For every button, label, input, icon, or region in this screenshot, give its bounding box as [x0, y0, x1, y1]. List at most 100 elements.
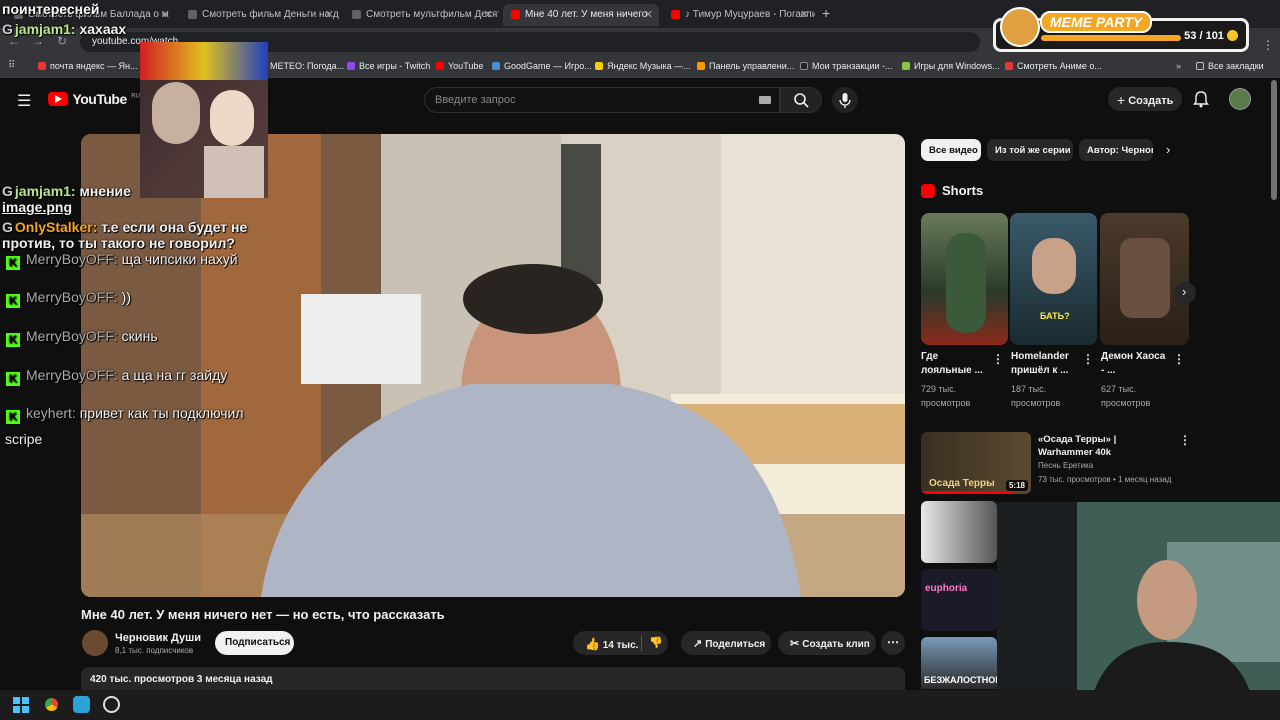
goodgame-icon: G	[2, 21, 13, 37]
tab-label: Смотреть мультфильм Десят	[366, 9, 499, 20]
channel-avatar[interactable]	[82, 630, 108, 656]
bookmark-item[interactable]: Панель управлени...	[697, 61, 794, 71]
bookmark-item[interactable]: GoodGame — Игро...	[492, 61, 592, 71]
windows-start-icon[interactable]	[13, 697, 29, 713]
bookmark-label: Игры для Windows...	[914, 61, 1000, 71]
kick-icon: K	[6, 372, 20, 386]
keyboard-icon[interactable]	[759, 96, 771, 104]
rec-thumb-text: Осада Терры	[929, 478, 995, 489]
streamer-webcam	[997, 502, 1280, 720]
short-thumbnail[interactable]	[921, 213, 1008, 345]
chrome-icon[interactable]	[43, 696, 60, 713]
tab[interactable]: Смотреть фильм Деньги на д ✕	[180, 4, 340, 26]
search-input[interactable]: Введите запрос	[424, 87, 780, 113]
bookmark-item[interactable]: Все игры - Twitch	[347, 61, 430, 71]
short-menu-icon[interactable]: ⋮	[1082, 352, 1094, 366]
chat-message: Gjamjam1: хахаах	[2, 21, 126, 37]
bookmark-item[interactable]: Игры для Windows...	[902, 61, 1000, 71]
short-views: 627 тыс. просмотров	[1101, 384, 1151, 408]
music-icon	[595, 62, 603, 70]
rec-thumbnail[interactable]: БЕЗЖАЛОСТНОЕ	[921, 637, 997, 689]
close-tab-icon[interactable]: ✕	[161, 8, 170, 21]
bookmark-item[interactable]: YouTube	[436, 61, 483, 71]
short-thumbnail[interactable]	[1100, 213, 1189, 345]
tab-label: Мне 40 лет. У меня ничего	[525, 9, 648, 20]
share-icon: ↗	[693, 638, 703, 650]
rec-title[interactable]: «Осада Терры» | Warhammer 40k	[1038, 433, 1166, 459]
short-thumbnail[interactable]: БАТЬ?	[1010, 213, 1097, 345]
chat-message: K MerryBoyOFF: ща чипсики нахуй	[6, 251, 238, 270]
search-placeholder: Введите запрос	[435, 94, 516, 106]
menu-icon[interactable]: ☰	[17, 91, 31, 111]
more-bookmarks-icon[interactable]: »	[1176, 61, 1181, 71]
rec-thumbnail[interactable]: euphoria	[921, 569, 997, 631]
short-menu-icon[interactable]: ⋮	[992, 352, 1004, 366]
rec-thumbnail[interactable]	[921, 501, 997, 563]
rec-channel[interactable]: Песнь Еретика	[1038, 461, 1093, 470]
like-button[interactable]: 👍 14 тыс.	[585, 637, 638, 651]
create-button[interactable]: + Создать	[1108, 87, 1182, 111]
chat-link[interactable]: image.png	[2, 199, 72, 215]
scissors-icon: ✂	[790, 638, 800, 650]
dislike-button[interactable]: 👎	[649, 636, 663, 649]
share-button[interactable]: ↗ Поделиться	[681, 631, 771, 655]
close-tab-icon[interactable]: ✕	[325, 8, 334, 21]
shorts-next-button[interactable]: ›	[1174, 282, 1196, 304]
divider	[641, 635, 642, 651]
short-title[interactable]: Homelander пришёл к ...	[1011, 350, 1079, 378]
meme-party-label: MEME PARTY	[1040, 11, 1153, 33]
chat-user: MerryBoyOFF:	[26, 251, 118, 267]
more-actions-button[interactable]: ⋯	[881, 631, 905, 655]
chat-text: а ща на гг зайду	[121, 367, 228, 383]
chip-same-series[interactable]: Из той же серии	[987, 139, 1073, 161]
close-tab-icon[interactable]: ✕	[644, 8, 653, 21]
close-tab-icon[interactable]: ✕	[800, 8, 809, 21]
voice-search-button[interactable]	[832, 87, 858, 113]
tab-active[interactable]: Мне 40 лет. У меня ничего ✕	[503, 4, 659, 26]
chat-user: OnlyStalker:	[14, 219, 98, 235]
video-title: Мне 40 лет. У меня ничего нет — но есть,…	[81, 607, 445, 622]
page-scrollbar[interactable]	[1271, 80, 1277, 200]
chat-text: ща чипсики нахуй	[121, 251, 238, 267]
doge-icon	[1000, 7, 1040, 47]
taskbar	[0, 690, 1280, 720]
youtube-logo[interactable]: YouTube RU	[48, 91, 140, 109]
subscribe-button[interactable]: Подписаться	[215, 631, 294, 655]
chevron-right-icon: ›	[1182, 284, 1187, 299]
rec-menu-icon[interactable]: ⋮	[1179, 433, 1191, 447]
chat-text: против, то ты такого не говорил?	[2, 235, 235, 251]
obs-icon[interactable]	[103, 696, 120, 713]
short-title[interactable]: Где лояльные ...	[921, 350, 989, 378]
video-player[interactable]	[81, 134, 905, 597]
watch-progress	[921, 491, 1013, 494]
chips-next-icon[interactable]: ›	[1166, 142, 1170, 157]
chat-text: скинь	[121, 328, 158, 344]
short-menu-icon[interactable]: ⋮	[1173, 352, 1185, 366]
chip-all-videos[interactable]: Все видео	[921, 139, 981, 161]
clip-button[interactable]: ✂ Создать клип	[778, 631, 876, 655]
new-tab-icon[interactable]: +	[822, 5, 830, 21]
bookmark-item[interactable]: Яндекс Музыка —...	[595, 61, 691, 71]
all-bookmarks[interactable]: Все закладки	[1196, 61, 1264, 71]
subscriber-count: 8,1 тыс. подписчиков	[115, 646, 194, 655]
rec-thumbnail[interactable]: Осада Терры 5:18	[921, 432, 1031, 494]
chat-message: G OnlyStalker: т.е если она будет не	[2, 219, 247, 235]
channel-name[interactable]: Черновик Души	[115, 632, 201, 644]
avatar[interactable]	[1229, 88, 1251, 110]
bookmark-item[interactable]: почта яндекс — Ян...	[38, 61, 138, 71]
search-button[interactable]	[780, 87, 822, 113]
browser-menu-icon[interactable]: ⋮	[1262, 38, 1274, 52]
notifications-button[interactable]	[1193, 90, 1209, 113]
telegram-icon[interactable]	[73, 696, 90, 713]
short-title[interactable]: Демон Хаоса - ...	[1101, 350, 1169, 378]
close-tab-icon[interactable]: ✕	[484, 8, 493, 21]
chip-author[interactable]: Автор: Черновик	[1079, 139, 1153, 161]
chat-message: K MerryBoyOFF: ))	[6, 289, 131, 308]
panel-icon	[697, 62, 705, 70]
bookmark-item[interactable]: Мои транзакции -...	[800, 61, 893, 71]
bookmark-item[interactable]: Смотреть Аниме о...	[1005, 61, 1102, 71]
tab[interactable]: ♪ Тимур Муцураев - Погасли ✕	[663, 4, 815, 26]
bookmark-item[interactable]: METEO: Погода...	[270, 61, 344, 71]
apps-icon[interactable]: ⠿	[8, 60, 15, 71]
tab[interactable]: Смотреть мультфильм Десят ✕	[344, 4, 499, 26]
